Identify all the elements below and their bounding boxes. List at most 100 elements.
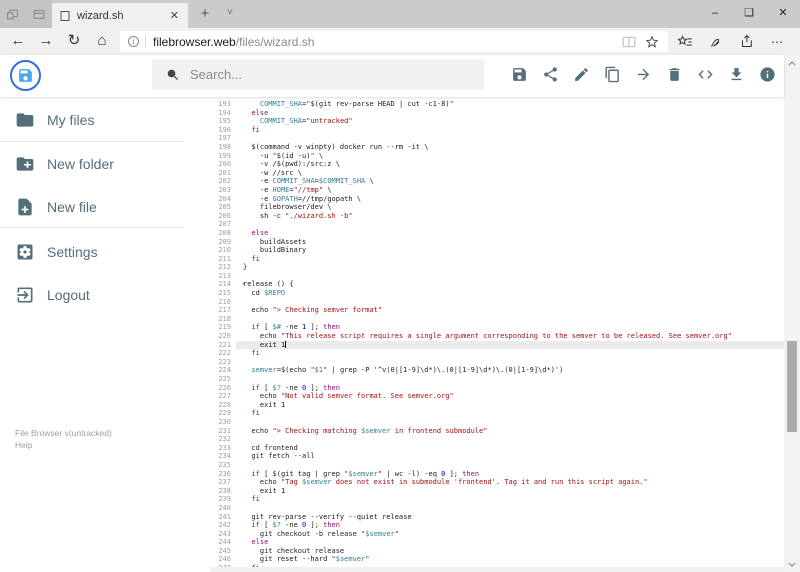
info-icon[interactable]: [759, 66, 776, 83]
code-line[interactable]: 215 cd $REPO: [210, 289, 784, 298]
scroll-up-icon[interactable]: [784, 55, 800, 71]
code-line[interactable]: 234 git fetch --all: [210, 452, 784, 461]
favorites-hub-icon[interactable]: [677, 34, 693, 49]
code-line[interactable]: 210 buildBinary: [210, 246, 784, 255]
code-line[interactable]: 229 fi: [210, 409, 784, 418]
home-button[interactable]: ⌂: [88, 28, 116, 55]
code-line[interactable]: 240: [210, 504, 784, 513]
code-line[interactable]: 216: [210, 298, 784, 307]
page-scrollbar[interactable]: [784, 55, 800, 572]
address-bar[interactable]: i filebrowser.web /files/wizard.sh: [120, 31, 668, 52]
code-line[interactable]: 226 if [ $? -ne 0 ]; then: [210, 384, 784, 393]
code-line[interactable]: 246 git reset --hard "$semver": [210, 555, 784, 564]
code-line[interactable]: 227 echo "Not valid semver format. See s…: [210, 392, 784, 401]
maximize-button[interactable]: ❑: [732, 0, 766, 28]
minimize-button[interactable]: –: [698, 0, 732, 28]
search-input[interactable]: [190, 67, 440, 82]
sidebar-item-settings[interactable]: Settings: [0, 238, 210, 266]
filebrowser-logo[interactable]: [10, 60, 41, 91]
code-line[interactable]: 217 echo "> Checking semver format": [210, 306, 784, 315]
code-line[interactable]: 211 fi: [210, 255, 784, 264]
code-editor[interactable]: 193 COMMIT_SHA="$(git rev-parse HEAD | c…: [210, 97, 784, 567]
code-line[interactable]: 212}: [210, 263, 784, 272]
sidebar-item-my-files[interactable]: My files: [0, 106, 210, 134]
code-line[interactable]: 220 echo "This release script requires a…: [210, 332, 784, 341]
copy-icon[interactable]: [604, 66, 621, 83]
code-line[interactable]: 213: [210, 272, 784, 281]
code-line[interactable]: 235: [210, 461, 784, 470]
code-view-icon[interactable]: [697, 66, 714, 83]
code-line[interactable]: 239 fi: [210, 495, 784, 504]
code-line[interactable]: 231 echo "> Checking matching $semver in…: [210, 427, 784, 436]
sidebar-item-new-folder[interactable]: New folder: [0, 150, 210, 178]
code-line[interactable]: 200 -v /$(pwd):/src:z \: [210, 160, 784, 169]
code-line[interactable]: 244 else: [210, 538, 784, 547]
save-icon[interactable]: [511, 66, 528, 83]
delete-icon[interactable]: [666, 66, 683, 83]
code-line[interactable]: 233 cd frontend: [210, 444, 784, 453]
code-line[interactable]: 230: [210, 418, 784, 427]
editor-hscrollbar[interactable]: [210, 567, 784, 572]
code-line[interactable]: 209 buildAssets: [210, 238, 784, 247]
share-icon[interactable]: [740, 34, 755, 49]
refresh-button[interactable]: ↻: [60, 28, 88, 55]
tabs-set-aside-icon[interactable]: [6, 8, 19, 21]
scroll-down-icon[interactable]: [784, 556, 800, 572]
code-line[interactable]: 232: [210, 435, 784, 444]
site-info-icon[interactable]: i: [128, 36, 139, 47]
tab-preview-chevron-icon[interactable]: ˅: [218, 0, 242, 28]
forward-button[interactable]: →: [32, 28, 60, 55]
share-file-icon[interactable]: [542, 66, 559, 83]
code-line[interactable]: 245 git checkout release: [210, 547, 784, 556]
edit-icon[interactable]: [573, 66, 590, 83]
tab-preview-icon[interactable]: [32, 8, 46, 21]
back-button[interactable]: ←: [4, 28, 32, 55]
fold-arrow-icon[interactable]: ▾: [242, 280, 245, 289]
scrollbar-thumb[interactable]: [787, 341, 797, 432]
code-line[interactable]: 238 exit 1: [210, 487, 784, 496]
code-line[interactable]: 206 sh -c "./wizard.sh -b": [210, 212, 784, 221]
code-line[interactable]: 196 fi: [210, 126, 784, 135]
code-line[interactable]: 195 COMMIT_SHA="untracked": [210, 117, 784, 126]
settings-more-icon[interactable]: ⋯: [771, 35, 784, 49]
code-line[interactable]: 224 semver=$(echo "$1" | grep -P '^v(0|[…: [210, 366, 784, 375]
browser-tab[interactable]: wizard.sh ✕: [52, 3, 188, 28]
code-line[interactable]: 198 $(command -v winpty) docker run --rm…: [210, 143, 784, 152]
code-line[interactable]: 193 COMMIT_SHA="$(git rev-parse HEAD | c…: [210, 100, 784, 109]
web-notes-pen-icon[interactable]: [709, 34, 724, 49]
tab-close-icon[interactable]: ✕: [168, 9, 181, 22]
code-line[interactable]: 243 git checkout -b release "$semver": [210, 530, 784, 539]
code-line[interactable]: 207: [210, 220, 784, 229]
sidebar-item-logout[interactable]: Logout: [0, 281, 210, 309]
code-line[interactable]: 204 -e GOPATH=//tmp/gopath \: [210, 195, 784, 204]
favorite-star-icon[interactable]: [645, 35, 659, 49]
reading-view-icon[interactable]: [622, 36, 636, 48]
code-line[interactable]: 225: [210, 375, 784, 384]
code-line[interactable]: 242 if [ $? -ne 0 ]; then: [210, 521, 784, 530]
download-icon[interactable]: [728, 66, 745, 83]
search-bar[interactable]: [152, 59, 484, 90]
code-line[interactable]: 219 if [ $# -ne 1 ]; then: [210, 323, 784, 332]
code-line[interactable]: 199 -u "$(id -u)" \: [210, 152, 784, 161]
code-line[interactable]: 208 else: [210, 229, 784, 238]
code-line[interactable]: 222 fi: [210, 349, 784, 358]
code-line[interactable]: 197: [210, 134, 784, 143]
help-link[interactable]: Help: [15, 439, 112, 451]
code-line[interactable]: 223: [210, 358, 784, 367]
code-line[interactable]: 241 git rev-parse --verify --quiet relea…: [210, 513, 784, 522]
code-line[interactable]: 201 -w //src \: [210, 169, 784, 178]
close-button[interactable]: ✕: [766, 0, 800, 28]
code-line[interactable]: 203 -e HOME="//tmp" \: [210, 186, 784, 195]
code-line[interactable]: 205 filebrowser/dev \: [210, 203, 784, 212]
code-line[interactable]: 221 exit 1: [210, 340, 784, 350]
new-tab-button[interactable]: +: [192, 0, 218, 28]
code-line[interactable]: 228 exit 1: [210, 401, 784, 410]
code-line[interactable]: 236 if [ $(git tag | grep "$semver" | wc…: [210, 470, 784, 479]
code-line[interactable]: 237 echo "Tag $semver does not exist in …: [210, 478, 784, 487]
code-line[interactable]: 202 -e COMMIT_SHA=$COMMIT_SHA \: [210, 177, 784, 186]
move-icon[interactable]: [635, 66, 652, 83]
code-line[interactable]: 214 ▾ release () {: [210, 280, 784, 289]
code-line[interactable]: 218: [210, 315, 784, 324]
sidebar-item-new-file[interactable]: New file: [0, 193, 210, 221]
code-line[interactable]: 194 else: [210, 109, 784, 118]
